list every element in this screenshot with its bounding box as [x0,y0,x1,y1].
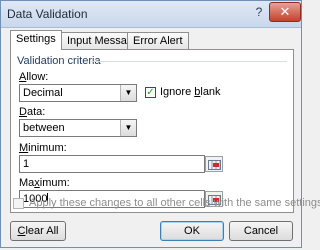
ignore-blank-checkbox[interactable]: ✓ [145,87,156,98]
group-divider [91,61,287,62]
apply-all-checkbox[interactable] [13,198,24,209]
close-icon[interactable]: ✕ [269,2,301,22]
settings-panel: Validation criteria Allow: Decimal ▼ ✓ I… [10,49,294,213]
data-dropdown-value: between [23,122,65,134]
allow-label: Allow: [19,71,49,83]
range-select-icon-accent [213,163,219,167]
minimum-label: Minimum: [19,142,67,154]
tab-error-alert[interactable]: Error Alert [127,32,189,49]
tab-settings-label: Settings [16,33,56,45]
data-label: Data: [19,106,46,118]
apply-all-label: Apply these changes to all other cells w… [29,197,320,209]
ok-button[interactable]: OK [160,221,224,241]
minimum-input-value: 1 [23,158,30,170]
tab-settings[interactable]: Settings [10,30,62,50]
minimum-input[interactable]: 1 [19,155,205,173]
data-validation-dialog: Data Validation ? ✕ Settings Input Messa… [0,0,320,248]
maximum-label: Maximum: [19,177,70,189]
validation-criteria-title: Validation criteria [17,55,101,67]
allow-dropdown[interactable]: Decimal ▼ [19,84,137,102]
tab-error-alert-label: Error Alert [133,35,183,47]
data-dropdown[interactable]: between ▼ [19,119,137,137]
ignore-blank-label: Ignore blank [160,86,221,98]
minimum-range-picker[interactable] [205,156,223,172]
chevron-down-icon[interactable]: ▼ [120,120,136,136]
chevron-down-icon[interactable]: ▼ [120,85,136,101]
window-title: Data Validation [7,7,88,21]
cancel-button[interactable]: Cancel [229,221,293,241]
help-icon[interactable]: ? [250,3,268,21]
title-bar[interactable]: Data Validation ? ✕ [1,1,301,28]
clear-all-button[interactable]: Clear All [10,221,66,241]
allow-dropdown-value: Decimal [23,87,63,99]
dialog-client: Settings Input Message Error Alert Valid… [4,28,320,246]
